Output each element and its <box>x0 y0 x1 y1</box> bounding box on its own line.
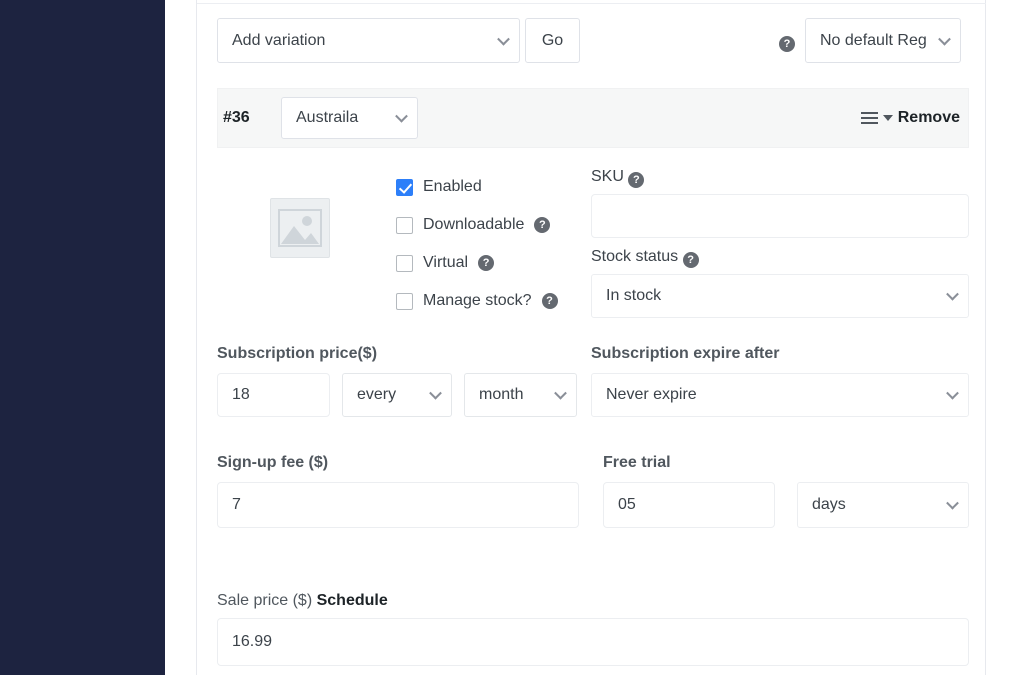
add-variation-select[interactable]: Add variation <box>217 18 520 63</box>
subscription-period-value: month <box>479 386 524 403</box>
chevron-down-icon <box>554 386 567 400</box>
chevron-down-icon <box>946 496 959 510</box>
sidebar-gutter <box>165 0 196 675</box>
sale-price-input[interactable] <box>217 618 969 666</box>
checkbox-virtual[interactable] <box>396 254 413 272</box>
stock-status-label: Stock status ? <box>591 248 969 268</box>
variation-attribute-select[interactable]: Austraila <box>281 97 418 139</box>
panel-top-divider <box>197 3 987 4</box>
checkbox-manage-stock[interactable] <box>396 292 413 310</box>
checkbox-manage-stock-label: Manage stock? <box>423 292 532 309</box>
checkbox-enabled[interactable] <box>396 178 413 196</box>
default-region-select[interactable]: No default Reg <box>805 18 961 63</box>
downloadable-help-icon[interactable]: ? <box>534 217 551 233</box>
variation-id: #36 <box>223 109 250 126</box>
sku-label: SKU ? <box>591 168 969 188</box>
sku-stock-column: SKU ? Stock status ? In stock <box>591 168 969 318</box>
free-trial-unit-select[interactable]: days <box>797 482 969 528</box>
variation-image-placeholder[interactable] <box>270 198 330 258</box>
caret-down-icon[interactable] <box>882 115 893 121</box>
signup-fee-input[interactable] <box>217 482 579 528</box>
image-placeholder-icon <box>278 209 322 247</box>
variation-actions[interactable]: Remove <box>860 109 960 127</box>
signup-fee-label: Sign-up fee ($) <box>217 454 329 471</box>
subscription-price-label: Subscription price($) <box>217 345 378 362</box>
subscription-expire-label: Subscription expire after <box>591 345 780 362</box>
checkbox-row-downloadable[interactable]: Downloadable ? <box>396 206 586 244</box>
free-trial-unit-value: days <box>812 496 846 513</box>
remove-button[interactable]: Remove <box>898 109 960 127</box>
free-trial-group: Free trial days <box>603 454 969 528</box>
add-variation-select-value: Add variation <box>232 31 326 49</box>
signup-fee-group: Sign-up fee ($) <box>217 454 579 528</box>
chevron-down-icon <box>497 32 510 46</box>
go-button-label: Go <box>541 31 564 49</box>
subscription-price-input[interactable] <box>217 373 330 417</box>
default-region-select-value: No default Reg <box>820 31 927 49</box>
chevron-down-icon <box>395 109 408 123</box>
chevron-down-icon <box>946 287 959 301</box>
subscription-period-select[interactable]: month <box>464 373 577 417</box>
sku-input[interactable] <box>591 194 969 238</box>
go-button[interactable]: Go <box>525 18 580 63</box>
checkbox-enabled-label: Enabled <box>423 178 482 195</box>
checkbox-virtual-label: Virtual <box>423 254 469 271</box>
checkbox-row-enabled[interactable]: Enabled <box>396 168 586 206</box>
menu-icon[interactable] <box>860 109 878 127</box>
manage-stock-help-icon[interactable]: ? <box>541 293 558 309</box>
admin-sidebar <box>0 0 165 675</box>
subscription-expire-select[interactable]: Never expire <box>591 373 969 417</box>
chevron-down-icon <box>938 32 951 46</box>
sale-price-group: Sale price ($) Schedule <box>217 592 969 666</box>
subscription-interval-select[interactable]: every <box>342 373 452 417</box>
screen: Add variation Go ? No default Reg #36 Au… <box>0 0 1024 675</box>
stock-status-select[interactable]: In stock <box>591 274 969 318</box>
checkbox-downloadable-label: Downloadable <box>423 216 525 233</box>
virtual-help-icon[interactable]: ? <box>478 255 495 271</box>
chevron-down-icon <box>946 386 959 400</box>
schedule-link[interactable]: Schedule <box>317 592 388 609</box>
subscription-price-group: Subscription price($) every month <box>217 345 577 417</box>
sku-help-icon[interactable]: ? <box>628 172 645 188</box>
panel-right-margin <box>986 0 1024 675</box>
free-trial-label: Free trial <box>603 454 671 471</box>
variations-panel: Add variation Go ? No default Reg #36 Au… <box>196 0 987 675</box>
subscription-expire-group: Subscription expire after Never expire <box>591 345 969 417</box>
checkbox-row-virtual[interactable]: Virtual ? <box>396 244 586 282</box>
variation-flags: Enabled Downloadable ? Virtual ? Manage … <box>396 168 586 320</box>
chevron-down-icon <box>429 386 442 400</box>
free-trial-input[interactable] <box>603 482 775 528</box>
default-region-help-icon[interactable]: ? <box>779 32 795 52</box>
checkbox-row-manage-stock[interactable]: Manage stock? ? <box>396 282 586 320</box>
stock-status-help-icon[interactable]: ? <box>682 252 699 268</box>
subscription-interval-value: every <box>357 386 397 403</box>
variation-attribute-value: Austraila <box>296 109 359 126</box>
variation-header: #36 Austraila Remove <box>217 88 969 148</box>
variations-toolbar: Add variation Go ? No default Reg <box>197 18 987 63</box>
sale-price-label: Sale price ($) Schedule <box>217 592 388 609</box>
stock-status-value: In stock <box>606 287 662 304</box>
subscription-expire-value: Never expire <box>606 386 697 403</box>
checkbox-downloadable[interactable] <box>396 216 413 234</box>
